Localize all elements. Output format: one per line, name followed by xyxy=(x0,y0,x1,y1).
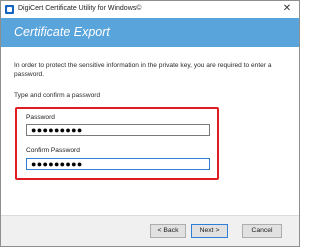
cancel-button[interactable]: Cancel xyxy=(242,224,282,238)
page-title: Certificate Export xyxy=(14,25,110,39)
title-bar[interactable]: DigiCert Certificate Utility for Windows… xyxy=(1,1,299,18)
confirm-password-label: Confirm Password xyxy=(26,147,80,154)
back-button[interactable]: < Back xyxy=(150,224,186,238)
close-icon[interactable]: ✕ xyxy=(281,3,293,15)
password-label: Password xyxy=(26,114,55,121)
wizard-header: Certificate Export xyxy=(1,18,299,47)
dialog-window: DigiCert Certificate Utility for Windows… xyxy=(0,0,300,247)
app-icon xyxy=(5,5,14,14)
next-button[interactable]: Next > xyxy=(191,224,228,238)
type-confirm-label: Type and confirm a password xyxy=(14,92,101,99)
wizard-content: In order to protect the sensitive inform… xyxy=(1,47,299,215)
intro-text: In order to protect the sensitive inform… xyxy=(14,62,272,78)
window-title: DigiCert Certificate Utility for Windows… xyxy=(18,5,142,12)
password-highlight-box: Password ●●●●●●●●● Confirm Password ●●●●… xyxy=(15,107,219,180)
confirm-password-field[interactable]: ●●●●●●●●● xyxy=(26,158,210,170)
wizard-footer: < Back Next > Cancel xyxy=(1,215,299,246)
password-field[interactable]: ●●●●●●●●● xyxy=(26,124,210,136)
